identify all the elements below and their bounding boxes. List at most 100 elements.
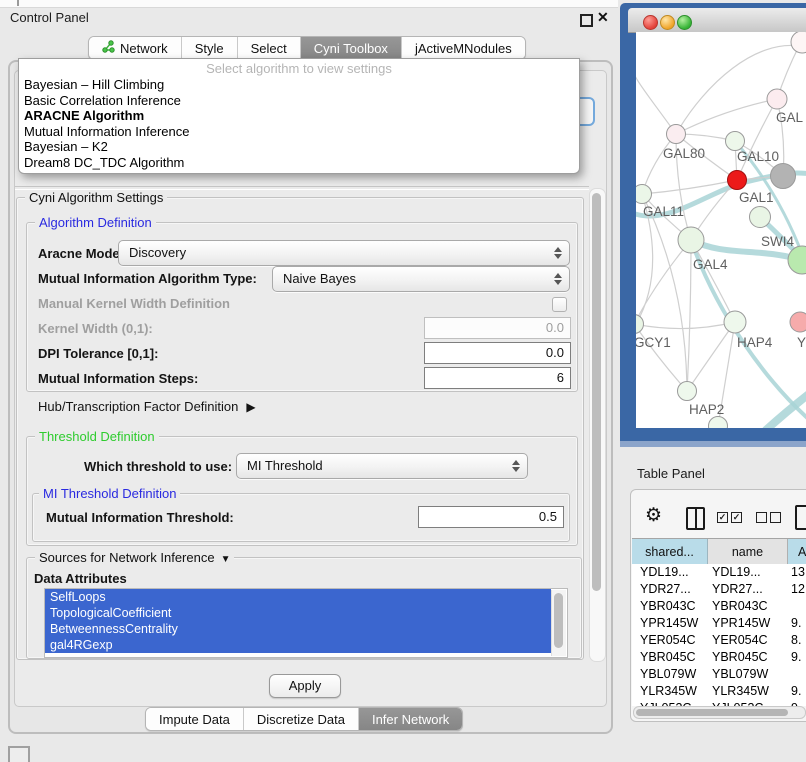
hub-section-toggle[interactable]: Hub/Transcription Factor Definition▶ [38, 399, 256, 414]
mi-steps-field[interactable]: 6 [424, 367, 571, 389]
tab-label: Impute Data [159, 712, 230, 727]
settings-scrollbar-thumb[interactable] [592, 193, 601, 591]
table-cell [788, 598, 806, 615]
minimized-panel-button[interactable] [8, 746, 30, 762]
table-row[interactable]: YLR345WYLR345W9. [632, 683, 806, 700]
network-node-label: GAL [776, 110, 804, 125]
attribute-item-gal4rgexp[interactable]: gal4RGexp [45, 637, 551, 653]
table-cell: YBR045C [708, 649, 788, 666]
network-node[interactable] [791, 32, 806, 53]
aracne-mode-value: Discovery [129, 245, 186, 260]
tab-cyni-toolbox[interactable]: Cyni Toolbox [301, 37, 402, 59]
tab-select[interactable]: Select [238, 37, 301, 59]
column-header-name[interactable]: name [708, 539, 788, 565]
close-icon[interactable]: ✕ [597, 9, 609, 26]
mi-threshold-field[interactable]: 0.5 [418, 506, 564, 528]
table-cell: 9. [788, 615, 806, 632]
table-hscrollbar[interactable] [633, 706, 806, 719]
list-scrollbar-thumb[interactable] [554, 593, 563, 648]
tab-style[interactable]: Style [182, 37, 238, 59]
network-node[interactable] [771, 164, 796, 189]
table-cell: YPR145W [632, 615, 708, 632]
attribute-item-topologicalcoefficient[interactable]: TopologicalCoefficient [45, 605, 551, 621]
table-panel-title: Table Panel [637, 466, 705, 481]
table-row[interactable]: YDR27...YDR27...12 [632, 581, 806, 598]
network-node[interactable] [709, 417, 728, 429]
attribute-item-betweennesscentrality[interactable]: BetweennessCentrality [45, 621, 551, 637]
tab-network[interactable]: Network [89, 37, 182, 59]
check-all-icon[interactable]: ✓ ✓ [717, 512, 742, 523]
settings-scrollbar[interactable] [589, 188, 606, 662]
column-header-a[interactable]: A [788, 539, 806, 565]
network-edge [636, 240, 691, 324]
table-row[interactable]: YBR043CYBR043C [632, 598, 806, 615]
network-node-hap4[interactable] [724, 311, 746, 333]
table-cell: 8. [788, 632, 806, 649]
which-threshold-select[interactable]: MI Threshold [236, 453, 528, 479]
gear-icon[interactable]: ⚙ [645, 504, 662, 527]
close-traffic-light-icon[interactable] [643, 15, 658, 30]
app-root: Control Panel ✕ NetworkStyleSelectCyni T… [0, 0, 806, 762]
manual-kernel-checkbox[interactable] [552, 297, 567, 312]
dpi-tolerance-field[interactable]: 0.0 [424, 342, 571, 364]
unchecked-box-icon [756, 512, 767, 523]
table-row[interactable]: YDL19...YDL19...13 [632, 564, 806, 581]
network-node-gal11[interactable] [636, 185, 652, 204]
network-node-gal80[interactable] [667, 125, 686, 144]
network-node-label: GAL80 [663, 146, 705, 161]
mi-threshold-label: Mutual Information Threshold: [46, 510, 234, 525]
algorithm-option-dream8-dc-tdc-algorithm[interactable]: Dream8 DC_TDC Algorithm [19, 155, 579, 171]
network-node-label: HAP2 [689, 402, 724, 417]
table-hscrollbar-thumb[interactable] [636, 709, 788, 716]
kernel-width-field: 0.0 [424, 317, 571, 339]
table-row[interactable]: YBR045CYBR045C9. [632, 649, 806, 666]
network-node-label: GAL1 [739, 190, 774, 205]
checked-box-icon: ✓ [731, 512, 742, 523]
network-window-titlebar[interactable] [628, 8, 806, 33]
attribute-item-selfloops[interactable]: SelfLoops [45, 589, 551, 605]
tab-impute-data[interactable]: Impute Data [146, 708, 244, 730]
data-attributes-list[interactable]: SelfLoopsTopologicalCoefficientBetweenne… [44, 588, 568, 658]
network-node-gcy1[interactable] [636, 315, 644, 334]
network-node-gal[interactable] [767, 89, 787, 109]
algorithm-option-aracne-algorithm[interactable]: ARACNE Algorithm [19, 108, 579, 124]
document-icon[interactable] [795, 505, 806, 530]
cyni-settings-group-title: Cyni Algorithm Settings [25, 190, 167, 205]
minimize-traffic-light-icon[interactable] [660, 15, 675, 30]
hub-section-label: Hub/Transcription Factor Definition [38, 399, 238, 414]
algorithm-option-bayesian-hill-climbing[interactable]: Bayesian – Hill Climbing [19, 77, 579, 93]
algorithm-option-basic-correlation-inference[interactable]: Basic Correlation Inference [19, 93, 579, 109]
aracne-mode-select[interactable]: Discovery [118, 240, 570, 266]
list-scrollbar[interactable] [551, 590, 566, 656]
table-row[interactable]: YBL079WYBL079W [632, 666, 806, 683]
network-node-gal10[interactable] [726, 132, 745, 151]
checked-box-icon: ✓ [717, 512, 728, 523]
table-cell: 12 [788, 581, 806, 598]
network-node-swi4[interactable] [750, 207, 771, 228]
network-node-gal4[interactable] [678, 227, 704, 253]
algorithm-option-mutual-information-inference[interactable]: Mutual Information Inference [19, 124, 579, 140]
kernel-width-label: Kernel Width (0,1): [38, 321, 153, 336]
network-node-y[interactable] [790, 312, 806, 332]
sources-group-title[interactable]: Sources for Network Inference▼ [35, 550, 234, 565]
zoom-traffic-light-icon[interactable] [677, 15, 692, 30]
uncheck-all-icon[interactable] [756, 512, 781, 523]
tab-discretize-data[interactable]: Discretize Data [244, 708, 359, 730]
mi-type-select[interactable]: Naive Bayes [272, 266, 570, 292]
apply-button[interactable]: Apply [269, 674, 341, 698]
tab-jactivemnodules[interactable]: jActiveMNodules [402, 37, 525, 59]
algorithm-option-bayesian-k2[interactable]: Bayesian – K2 [19, 139, 579, 155]
manual-kernel-label: Manual Kernel Width Definition [38, 296, 230, 311]
network-node-gal1[interactable] [728, 171, 747, 190]
table-row[interactable]: YER054CYER054C8. [632, 632, 806, 649]
float-window-icon[interactable] [580, 14, 593, 27]
tab-label: Discretize Data [257, 712, 345, 727]
split-columns-icon[interactable] [686, 507, 705, 530]
tab-infer-network[interactable]: Infer Network [359, 708, 462, 730]
network-canvas[interactable]: GALGAL80GAL10GAL1GAL11SWI4GAL4GCY1HAP4YH… [636, 32, 806, 428]
table-row[interactable]: YPR145WYPR145W9. [632, 615, 806, 632]
sources-title-text: Sources for Network Inference [39, 550, 215, 565]
column-header-shared[interactable]: shared... [632, 539, 708, 565]
network-edge [642, 134, 676, 194]
network-node-hap2[interactable] [678, 382, 697, 401]
